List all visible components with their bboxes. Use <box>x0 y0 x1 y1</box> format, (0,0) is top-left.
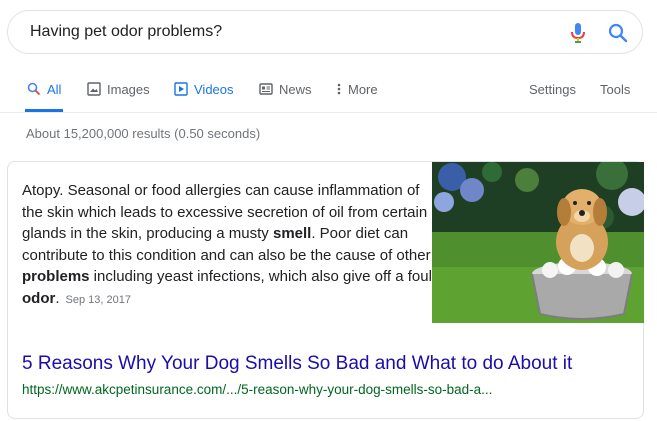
featured-snippet: Atopy. Seasonal or food allergies can ca… <box>7 161 644 419</box>
result-url[interactable]: https://www.akcpetinsurance.com/.../5-re… <box>22 382 492 397</box>
tab-images[interactable]: Images <box>87 72 150 106</box>
result-title-link[interactable]: 5 Reasons Why Your Dog Smells So Bad and… <box>22 353 572 375</box>
microphone-icon[interactable] <box>570 22 586 44</box>
play-icon <box>174 82 188 96</box>
search-input[interactable]: Having pet odor problems? <box>30 23 222 41</box>
snippet-image[interactable] <box>432 162 644 323</box>
settings-link[interactable]: Settings <box>529 72 576 106</box>
tab-news[interactable]: News <box>259 72 312 106</box>
search-box[interactable]: Having pet odor problems? <box>7 10 643 54</box>
snippet-text: Atopy. Seasonal or food allergies can ca… <box>22 180 432 311</box>
snippet-text-part: including yeast infections, which also g… <box>89 268 432 285</box>
snippet-highlight: odor <box>22 289 56 307</box>
tools-link[interactable]: Tools <box>600 72 630 106</box>
search-tabs: All Images Videos News More Settings Too… <box>0 72 657 112</box>
tab-videos[interactable]: Videos <box>174 72 234 106</box>
dog-photo <box>432 162 644 323</box>
more-vert-icon <box>337 83 341 95</box>
tab-label: All <box>47 81 62 97</box>
snippet-highlight: problems <box>22 268 90 285</box>
newspaper-icon <box>259 83 273 95</box>
tab-all[interactable]: All <box>24 72 64 112</box>
snippet-date: Sep 13, 2017 <box>65 293 131 306</box>
result-stats: About 15,200,000 results (0.50 seconds) <box>26 126 261 141</box>
settings-label: Settings <box>529 81 576 97</box>
tab-label: Videos <box>194 81 234 97</box>
snippet-text-part: . <box>55 289 60 307</box>
search-icon[interactable] <box>607 22 629 44</box>
search-icon <box>27 82 41 96</box>
tabs-divider <box>0 112 657 113</box>
tab-label: More <box>348 81 378 97</box>
tab-label: News <box>279 81 312 97</box>
tab-more[interactable]: More <box>336 72 378 106</box>
tools-label: Tools <box>600 81 631 97</box>
snippet-highlight: smell <box>272 225 312 242</box>
tab-label: Images <box>107 81 150 97</box>
image-icon <box>87 82 101 96</box>
